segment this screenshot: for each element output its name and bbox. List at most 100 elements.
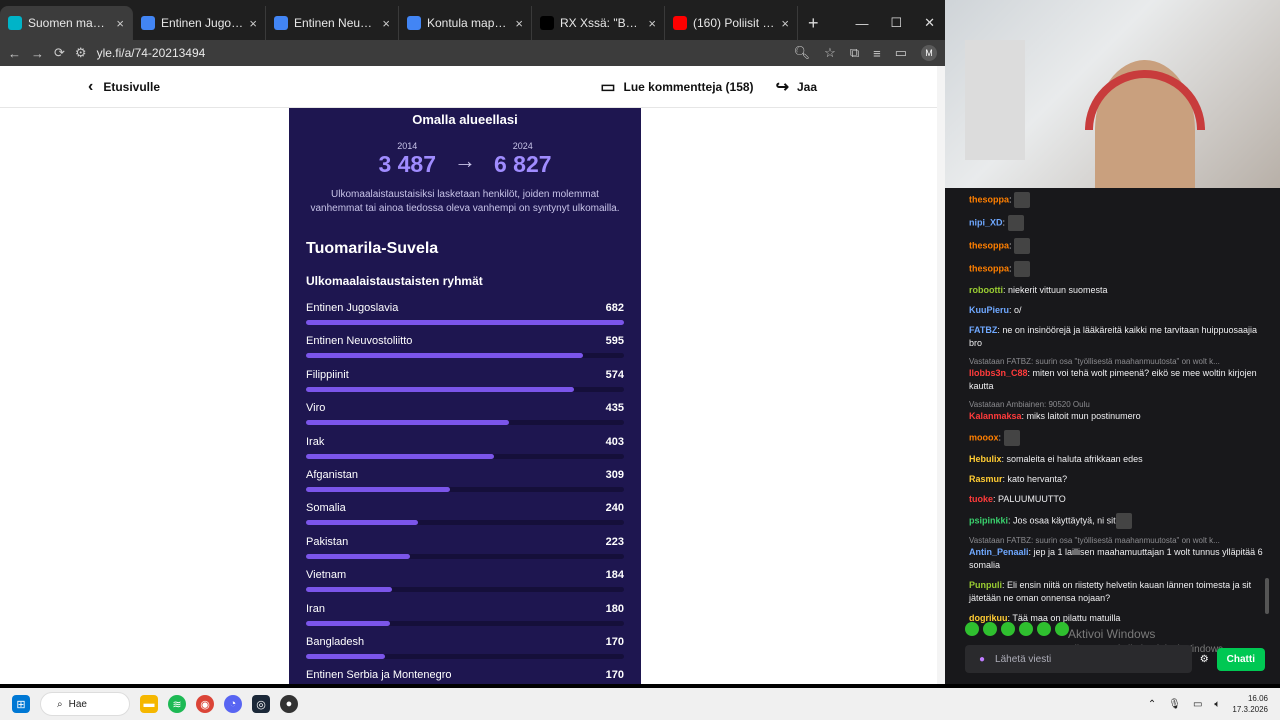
browser-tab[interactable]: (160) Poliisit - Romanit × bbox=[665, 6, 798, 40]
bar-track bbox=[306, 353, 624, 359]
browser-tab[interactable]: Entinen Jugoslavia - Go × bbox=[133, 6, 266, 40]
tab-close-icon[interactable]: × bbox=[648, 16, 656, 31]
settings-gear-icon[interactable]: ⚙ bbox=[1200, 654, 1209, 665]
browser-tab[interactable]: RX Xssä: "BREAKING × bbox=[532, 6, 665, 40]
tab-close-icon[interactable]: × bbox=[249, 16, 257, 31]
chat-text: niekerit vittuun suomesta bbox=[1008, 285, 1108, 295]
chat-scrollbar[interactable] bbox=[1265, 578, 1269, 614]
chat-message: Vastataan Ambiainen: 90520 Oulu Kalanmaks… bbox=[969, 400, 1268, 423]
forward-arrow-icon[interactable]: → bbox=[31, 46, 44, 61]
tab-close-icon[interactable]: × bbox=[116, 16, 124, 31]
bar-label-row: Pakistan 223 bbox=[306, 536, 624, 548]
chat-username[interactable]: Antin_Penaali bbox=[969, 547, 1029, 557]
chat-username[interactable]: KuuPieru bbox=[969, 305, 1009, 315]
zoom-icon[interactable]: 🔍︎ bbox=[794, 45, 811, 61]
network-icon[interactable]: ▭ bbox=[1193, 699, 1202, 710]
emote-icon[interactable] bbox=[1055, 622, 1069, 636]
tab-close-icon[interactable]: × bbox=[382, 16, 390, 31]
chat-message: nipi_XD: bbox=[969, 215, 1268, 231]
emote-icon[interactable] bbox=[983, 622, 997, 636]
emote-icon[interactable] bbox=[965, 622, 979, 636]
chat-message-body: Punpuli: Eli ensin niitä on riistetty he… bbox=[969, 579, 1268, 605]
page-scrollbar[interactable] bbox=[937, 66, 945, 684]
chat-username[interactable]: tuoke bbox=[969, 494, 993, 504]
reload-icon[interactable]: ⟳ bbox=[54, 45, 65, 61]
chat-username[interactable]: Kalanmaksa bbox=[969, 411, 1022, 421]
windows-start-icon[interactable]: ⊞ bbox=[12, 695, 30, 713]
site-header: ‹ Etusivulle ▭ Lue kommentteja (158) ↪ J… bbox=[0, 66, 945, 108]
microphone-tray-icon[interactable]: 🎙︎ bbox=[1168, 699, 1181, 710]
bar-track bbox=[306, 386, 624, 392]
chat-input-row: ● Lähetä viesti ⚙ Chatti bbox=[965, 644, 1265, 674]
chat-username[interactable]: psipinkki bbox=[969, 515, 1008, 525]
bar-row: Entinen Jugoslavia 682 bbox=[306, 302, 624, 335]
microphone-icon[interactable]: ● bbox=[979, 654, 985, 665]
chat-username[interactable]: Ilobbs3n_C88 bbox=[969, 368, 1028, 378]
new-tab-button[interactable]: + bbox=[798, 6, 829, 40]
file-explorer-icon[interactable]: ▬ bbox=[140, 695, 158, 713]
chat-username[interactable]: Punpuli bbox=[969, 580, 1002, 590]
obs-icon[interactable]: ● bbox=[280, 695, 298, 713]
chat-separator: : bbox=[1002, 217, 1008, 228]
bar-value-label: 170 bbox=[605, 635, 624, 648]
bar-value-label: 403 bbox=[605, 435, 624, 448]
browser-tab[interactable]: Suomen maahanmuutos × bbox=[0, 6, 133, 40]
chat-input[interactable]: ● Lähetä viesti bbox=[965, 645, 1192, 673]
close-icon[interactable]: ✕ bbox=[924, 15, 935, 31]
steam-icon[interactable]: ◎ bbox=[252, 695, 270, 713]
reply-context[interactable]: Vastataan Ambiainen: 90520 Oulu bbox=[969, 400, 1268, 409]
back-arrow-icon[interactable]: ← bbox=[8, 46, 21, 61]
discord-icon[interactable]: ◔ bbox=[224, 695, 242, 713]
emote-icon[interactable] bbox=[1037, 622, 1051, 636]
emote-icon[interactable] bbox=[1001, 622, 1015, 636]
tab-close-icon[interactable]: × bbox=[515, 16, 523, 31]
tab-title: Entinen Neuvostoliitto bbox=[294, 16, 376, 30]
chat-username[interactable]: thesoppa bbox=[969, 263, 1009, 273]
chat-message: thesoppa: bbox=[969, 238, 1268, 254]
minimize-icon[interactable]: — bbox=[855, 16, 868, 31]
chat-username[interactable]: thesoppa bbox=[969, 240, 1009, 250]
chat-send-button[interactable]: Chatti bbox=[1216, 647, 1265, 671]
chevron-up-icon[interactable]: ⌃ bbox=[1148, 699, 1156, 710]
taskbar-search[interactable]: ⌕ Hae bbox=[40, 692, 130, 716]
back-to-frontpage-link[interactable]: ‹ Etusivulle bbox=[88, 78, 160, 96]
maximize-icon[interactable]: ☐ bbox=[890, 15, 902, 31]
window-controls: — ☐ ✕ bbox=[845, 6, 945, 40]
chat-username[interactable]: mooox bbox=[969, 432, 999, 442]
bar-fill bbox=[306, 486, 451, 492]
chat-username[interactable]: Rasmur bbox=[969, 474, 1003, 484]
bar-row: Filippiinit 574 bbox=[306, 369, 624, 402]
chat-username[interactable]: FATBZ bbox=[969, 325, 997, 335]
bar-track bbox=[306, 553, 624, 559]
spotify-icon[interactable]: ≋ bbox=[168, 695, 186, 713]
media-icon[interactable]: ≡ bbox=[873, 46, 881, 61]
emote-icon[interactable] bbox=[1019, 622, 1033, 636]
clock[interactable]: 16.06 17.3.2026 bbox=[1232, 693, 1268, 715]
site-info-icon[interactable]: ⚙ bbox=[75, 45, 87, 61]
bar-track bbox=[306, 320, 624, 325]
chrome-icon[interactable]: ◉ bbox=[196, 695, 214, 713]
chat-username[interactable]: Hebulix bbox=[969, 454, 1002, 464]
browser-tab[interactable]: Entinen Neuvostoliitto × bbox=[266, 6, 399, 40]
chat-emote-icon bbox=[1014, 261, 1031, 277]
browser-tab[interactable]: Kontula maps - Google × bbox=[399, 6, 532, 40]
comments-link[interactable]: ▭ Lue kommentteja (158) bbox=[600, 77, 753, 97]
tab-title: Suomen maahanmuutos bbox=[28, 16, 110, 30]
bar-label-row: Filippiinit 574 bbox=[306, 369, 624, 381]
profile-avatar[interactable]: M bbox=[921, 45, 937, 61]
chat-username[interactable]: nipi_XD bbox=[969, 217, 1003, 227]
chat-username[interactable]: robootti bbox=[969, 285, 1003, 295]
chevron-left-icon: ‹ bbox=[88, 77, 94, 95]
extensions-icon[interactable]: ⧉ bbox=[850, 45, 859, 61]
share-button[interactable]: ↪ Jaa bbox=[776, 77, 817, 97]
bookmark-star-icon[interactable]: ☆ bbox=[824, 45, 836, 61]
sidebar-icon[interactable]: ▭ bbox=[895, 45, 907, 61]
region-label: Omalla alueellasi bbox=[412, 112, 518, 127]
value-to: 6 827 bbox=[494, 151, 552, 177]
volume-icon[interactable]: 🔈︎ bbox=[1214, 699, 1220, 710]
url-field[interactable]: yle.fi/a/74-20213494 bbox=[97, 46, 206, 60]
reply-context[interactable]: Vastataan FATBZ: suurin osa "työllisestä… bbox=[969, 357, 1268, 366]
tab-close-icon[interactable]: × bbox=[781, 16, 789, 31]
chat-username[interactable]: thesoppa bbox=[969, 194, 1009, 204]
reply-context[interactable]: Vastataan FATBZ: suurin osa "työllisestä… bbox=[969, 536, 1268, 545]
